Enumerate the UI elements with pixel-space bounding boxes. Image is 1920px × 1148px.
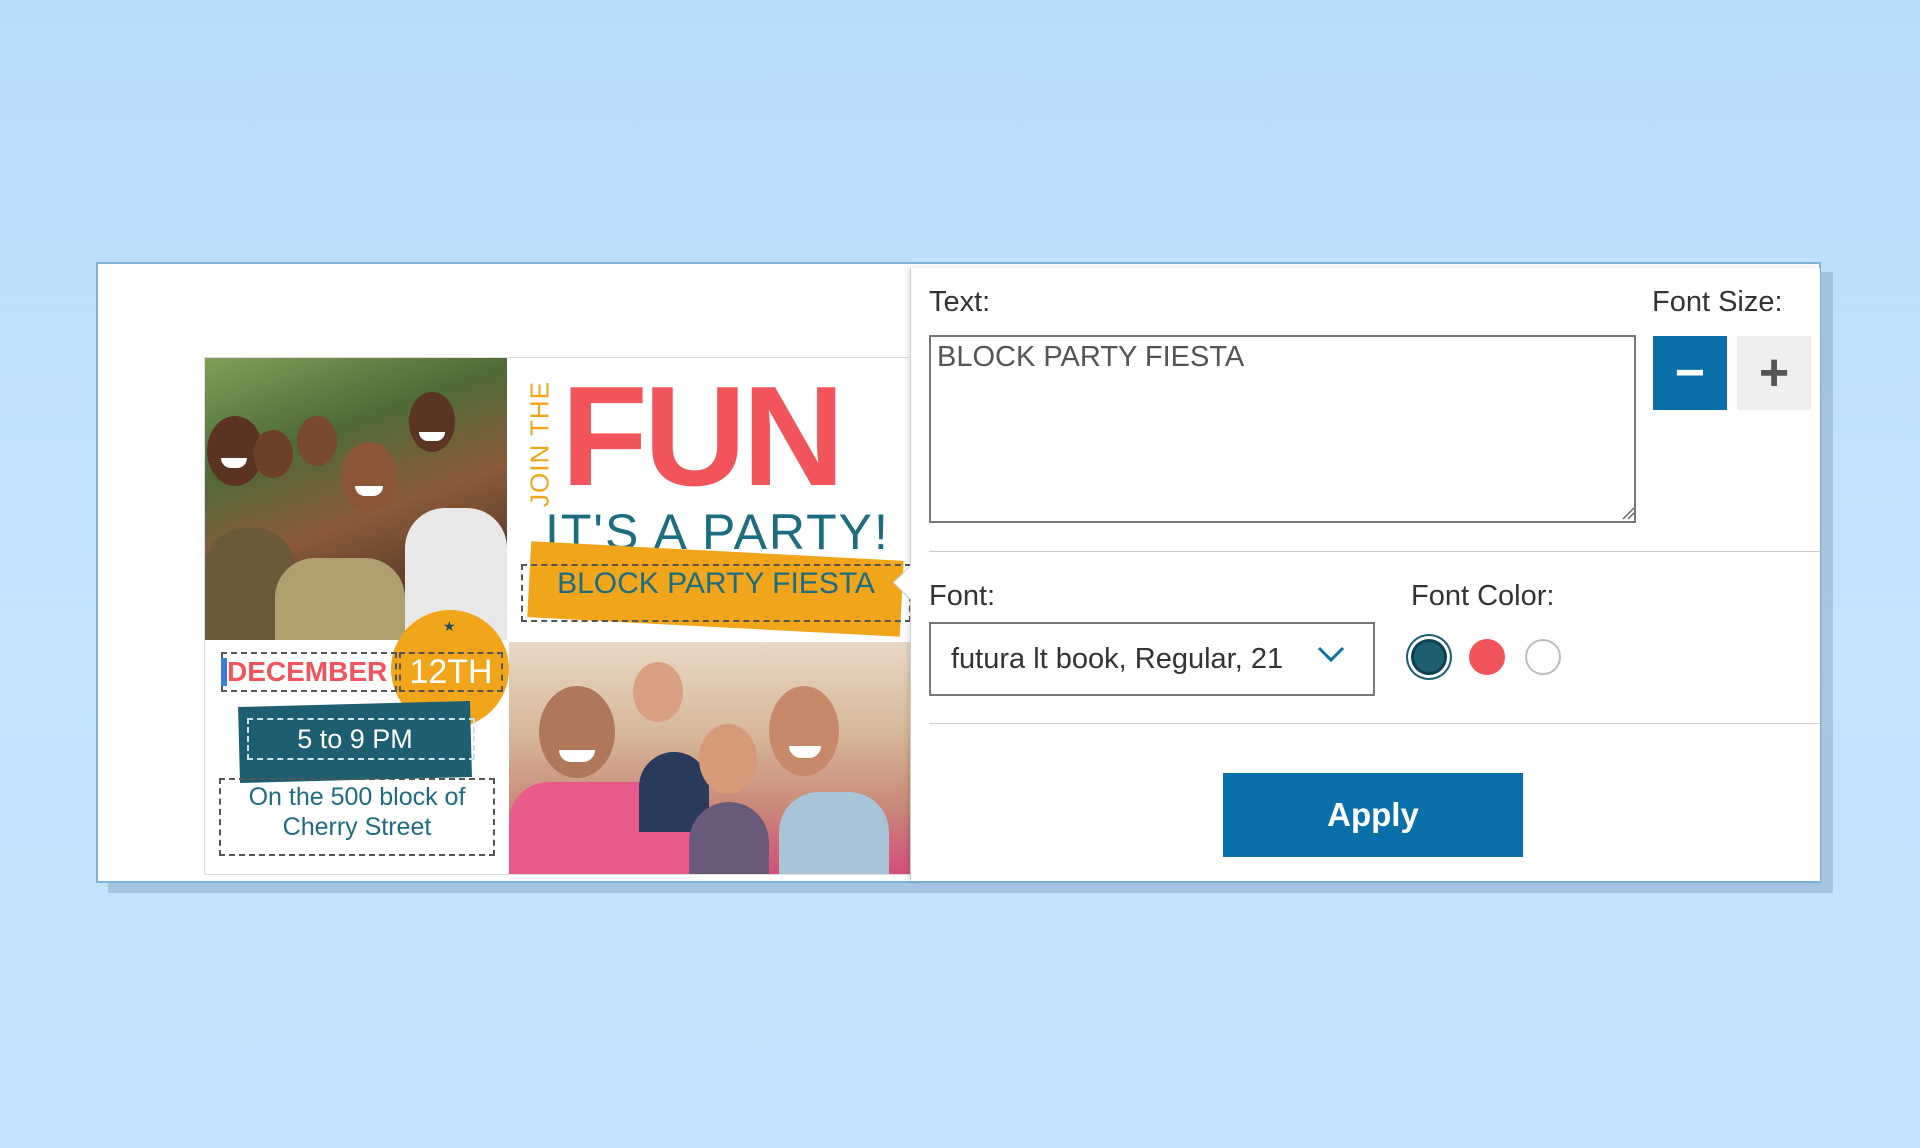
resize-grip-icon[interactable]: [1621, 506, 1635, 520]
font-dropdown[interactable]: futura lt book, Regular, 21: [929, 622, 1375, 696]
font-color-label: Font Color:: [1411, 580, 1555, 612]
divider: [929, 723, 1820, 724]
apply-button[interactable]: Apply: [1223, 773, 1523, 857]
family-photo-top: [205, 358, 507, 640]
minus-icon: −: [1674, 344, 1706, 402]
font-size-label: Font Size:: [1652, 286, 1783, 318]
editor-frame: JOIN THE FUN IT'S A PARTY! BLOCK PARTY F…: [96, 262, 1821, 883]
text-edit-panel: Text: BLOCK PARTY FIESTA Font Size: − + …: [892, 268, 1820, 881]
text-input[interactable]: BLOCK PARTY FIESTA: [929, 335, 1636, 523]
color-swatch-teal[interactable]: [1411, 639, 1447, 675]
family-photo-bottom: [509, 642, 910, 874]
increase-font-size-button[interactable]: +: [1737, 336, 1811, 410]
plus-icon: +: [1758, 344, 1790, 402]
postcard-preview: JOIN THE FUN IT'S A PARTY! BLOCK PARTY F…: [204, 357, 911, 875]
decrease-font-size-button[interactable]: −: [1653, 336, 1727, 410]
time-text[interactable]: 5 to 9 PM: [239, 714, 471, 764]
month-textbox[interactable]: DECEMBER: [221, 652, 397, 692]
fun-headline: FUN: [561, 357, 845, 516]
join-the-text: JOIN THE: [524, 381, 555, 507]
star-icon: ★: [443, 618, 456, 634]
color-swatch-white[interactable]: [1525, 639, 1561, 675]
color-swatch-coral[interactable]: [1469, 639, 1505, 675]
address-line-2[interactable]: Cherry Street: [219, 812, 495, 842]
text-label: Text:: [929, 286, 991, 318]
day-text[interactable]: 12TH: [399, 652, 503, 692]
event-name-text[interactable]: BLOCK PARTY FIESTA: [521, 564, 910, 604]
divider: [929, 551, 1820, 552]
font-label: Font:: [929, 580, 996, 612]
text-cursor: [221, 658, 227, 686]
chevron-down-icon: [1317, 646, 1345, 663]
address-line-1[interactable]: On the 500 block of: [219, 782, 495, 812]
